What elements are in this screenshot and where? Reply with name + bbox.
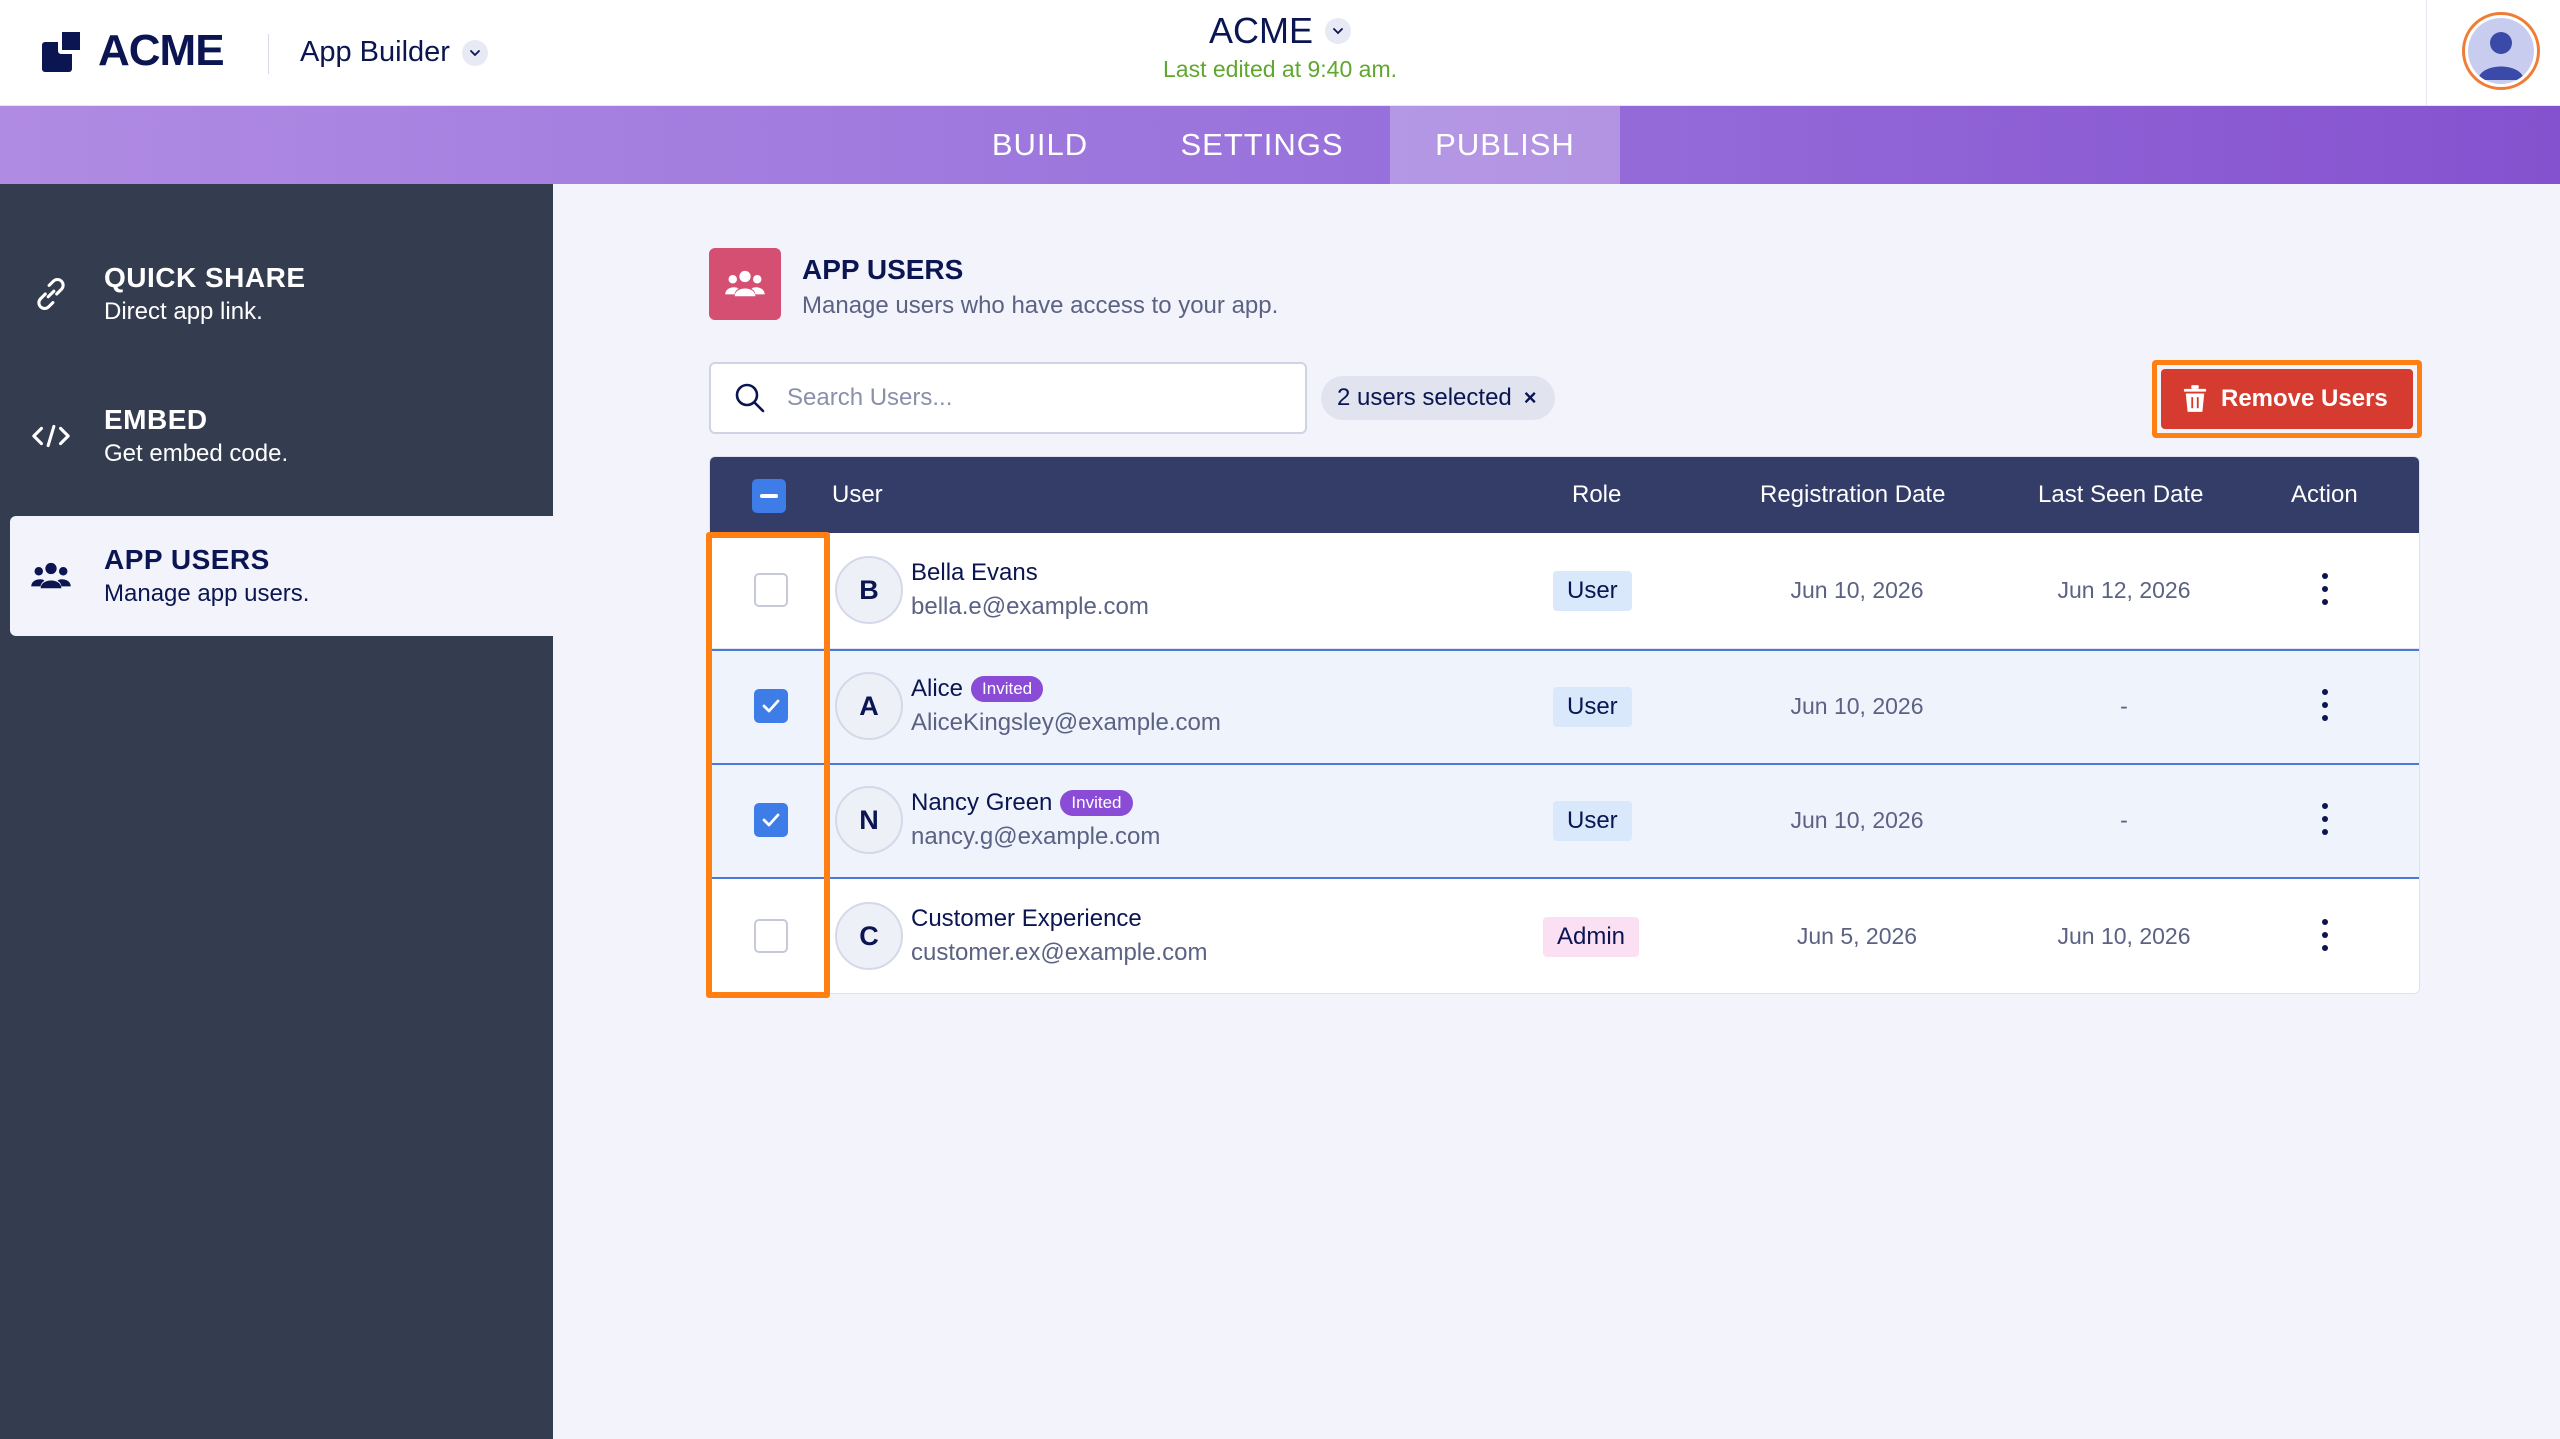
more-options-icon[interactable] bbox=[2320, 803, 2330, 835]
publish-sidebar: QUICK SHARE Direct app link. EMBED Get e… bbox=[0, 184, 553, 1439]
search-input[interactable] bbox=[787, 384, 1267, 412]
avatar-icon bbox=[2468, 18, 2534, 84]
registration-date: Jun 10, 2026 bbox=[1790, 807, 1924, 833]
user-name: Alice Invited bbox=[911, 675, 1044, 703]
last-seen-date: - bbox=[2120, 807, 2128, 833]
role-badge: Admin bbox=[1543, 917, 1640, 957]
more-options-icon[interactable] bbox=[2320, 919, 2330, 951]
registration-date: Jun 10, 2026 bbox=[1790, 577, 1924, 603]
main-nav: BUILD SETTINGS PUBLISH bbox=[0, 106, 2560, 184]
user-email: customer.ex@example.com bbox=[911, 939, 1208, 966]
remove-users-button[interactable]: Remove Users bbox=[2161, 369, 2413, 429]
users-icon bbox=[30, 555, 72, 597]
sidebar-item-title: EMBED bbox=[104, 404, 208, 435]
clear-selection-icon[interactable]: × bbox=[1524, 385, 1537, 411]
remove-users-highlight: Remove Users bbox=[2152, 360, 2422, 438]
registration-date: Jun 10, 2026 bbox=[1790, 693, 1924, 719]
table-row[interactable]: C Customer Experience customer.ex@exampl… bbox=[710, 879, 2419, 993]
selection-count: 2 users selected bbox=[1337, 384, 1512, 411]
column-header-last-seen-date[interactable]: Last Seen Date bbox=[2038, 481, 2203, 509]
page-title: APP USERS bbox=[802, 254, 964, 285]
avatar: B bbox=[835, 556, 903, 624]
user-name-text: Nancy Green bbox=[911, 789, 1053, 816]
link-icon bbox=[30, 273, 72, 315]
checkmark-icon bbox=[762, 699, 780, 713]
app-title-block: ACME Last edited at 9:40 am. bbox=[0, 10, 2560, 83]
invited-badge: Invited bbox=[1060, 790, 1133, 816]
avatar: C bbox=[835, 902, 903, 970]
tab-settings[interactable]: SETTINGS bbox=[1162, 106, 1362, 184]
last-seen-date: - bbox=[2120, 693, 2128, 719]
sidebar-item-subtitle: Manage app users. bbox=[104, 580, 310, 607]
avatar: N bbox=[835, 786, 903, 854]
app-name: ACME bbox=[1208, 10, 1313, 51]
user-name: Nancy Green Invited bbox=[911, 789, 1133, 817]
last-seen-date: Jun 12, 2026 bbox=[2057, 577, 2191, 603]
sidebar-item-subtitle: Direct app link. bbox=[104, 298, 263, 325]
column-header-user[interactable]: User bbox=[832, 481, 883, 509]
role-badge: User bbox=[1553, 687, 1632, 727]
row-checkbox[interactable] bbox=[754, 689, 788, 723]
row-checkbox[interactable] bbox=[754, 803, 788, 837]
app-name-menu[interactable]: ACME bbox=[1209, 10, 1351, 52]
tab-build[interactable]: BUILD bbox=[968, 106, 1112, 184]
user-name-text: Customer Experience bbox=[911, 905, 1142, 932]
top-header: ACME App Builder ACME Last edited at 9:4… bbox=[0, 0, 2560, 106]
user-name-text: Bella Evans bbox=[911, 559, 1038, 586]
registration-date: Jun 5, 2026 bbox=[1796, 923, 1918, 949]
selection-chip: 2 users selected × bbox=[1321, 376, 1555, 420]
remove-users-label: Remove Users bbox=[2221, 385, 2388, 412]
search-box bbox=[709, 362, 1307, 434]
user-name-text: Alice bbox=[911, 675, 964, 702]
user-avatar-button[interactable] bbox=[2462, 12, 2540, 90]
row-checkbox[interactable] bbox=[754, 573, 788, 607]
user-email: bella.e@example.com bbox=[911, 593, 1149, 620]
user-name: Bella Evans bbox=[911, 559, 1038, 587]
code-icon bbox=[30, 415, 72, 457]
more-options-icon[interactable] bbox=[2320, 573, 2330, 605]
last-edited-status: Last edited at 9:40 am. bbox=[1163, 56, 1397, 82]
tab-publish[interactable]: PUBLISH bbox=[1390, 106, 1620, 184]
table-row[interactable]: A Alice Invited AliceKingsley@example.co… bbox=[710, 649, 2419, 765]
sidebar-item-embed[interactable]: EMBED Get embed code. bbox=[10, 376, 553, 496]
app-users-page-icon bbox=[709, 248, 781, 320]
users-table: User Role Registration Date Last Seen Da… bbox=[709, 456, 2420, 994]
sidebar-item-app-users[interactable]: APP USERS Manage app users. bbox=[10, 516, 553, 636]
search-icon bbox=[735, 383, 765, 413]
select-all-checkbox[interactable] bbox=[752, 479, 786, 513]
sidebar-item-subtitle: Get embed code. bbox=[104, 440, 289, 467]
table-header: User Role Registration Date Last Seen Da… bbox=[710, 457, 2419, 533]
checkmark-icon bbox=[762, 813, 780, 827]
tab-settings-label: SETTINGS bbox=[1180, 127, 1344, 162]
tab-publish-label: PUBLISH bbox=[1435, 127, 1575, 162]
column-header-role[interactable]: Role bbox=[1572, 481, 1621, 509]
sidebar-item-title: QUICK SHARE bbox=[104, 262, 306, 293]
table-row[interactable]: N Nancy Green Invited nancy.g@example.co… bbox=[710, 763, 2419, 879]
page-subtitle: Manage users who have access to your app… bbox=[802, 292, 1279, 319]
chevron-down-icon bbox=[1325, 18, 1351, 44]
column-header-registration-date[interactable]: Registration Date bbox=[1760, 481, 1945, 509]
user-email: AliceKingsley@example.com bbox=[911, 709, 1221, 736]
table-row[interactable]: B Bella Evans bella.e@example.com User J… bbox=[710, 533, 2419, 649]
last-seen-date: Jun 10, 2026 bbox=[2057, 923, 2191, 949]
invited-badge: Invited bbox=[971, 676, 1044, 702]
header-separator bbox=[2426, 0, 2427, 106]
avatar: A bbox=[835, 672, 903, 740]
column-header-action: Action bbox=[2291, 481, 2358, 508]
trash-icon bbox=[2183, 385, 2207, 412]
sidebar-item-quick-share[interactable]: QUICK SHARE Direct app link. bbox=[10, 234, 553, 354]
sidebar-item-title: APP USERS bbox=[104, 544, 270, 575]
row-checkbox[interactable] bbox=[754, 919, 788, 953]
tab-build-label: BUILD bbox=[991, 127, 1089, 162]
role-badge: User bbox=[1553, 571, 1632, 611]
role-badge: User bbox=[1553, 801, 1632, 841]
user-name: Customer Experience bbox=[911, 905, 1142, 933]
user-email: nancy.g@example.com bbox=[911, 823, 1161, 850]
more-options-icon[interactable] bbox=[2320, 689, 2330, 721]
